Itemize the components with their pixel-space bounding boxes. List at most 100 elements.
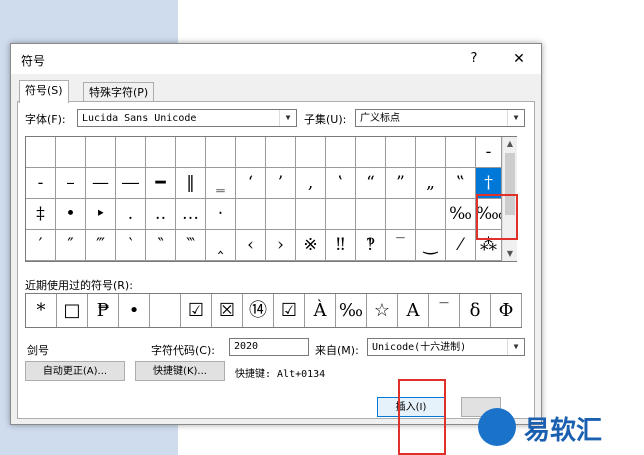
- symbol-cell[interactable]: ‼: [326, 230, 356, 261]
- symbol-cell[interactable]: –: [56, 168, 86, 199]
- symbol-cell[interactable]: [56, 137, 86, 168]
- symbol-cell[interactable]: ⁄: [446, 230, 476, 261]
- symbol-cell[interactable]: ‷: [176, 230, 206, 261]
- symbol-cell[interactable]: ”: [386, 168, 416, 199]
- symbol-cell[interactable]: [236, 199, 266, 230]
- symbol-cell[interactable]: “: [356, 168, 386, 199]
- recent-symbol-cell[interactable]: [150, 294, 181, 327]
- recent-symbol-cell[interactable]: *: [26, 294, 57, 327]
- symbol-cell[interactable]: ‣: [86, 199, 116, 230]
- char-code-input[interactable]: 2020: [229, 338, 309, 356]
- symbol-cell[interactable]: ※: [296, 230, 326, 261]
- symbol-cell[interactable]: ‰: [446, 199, 476, 230]
- symbol-cell[interactable]: [326, 199, 356, 230]
- symbol-cell[interactable]: [86, 137, 116, 168]
- recent-symbol-cell[interactable]: ‾: [429, 294, 460, 327]
- symbol-cell[interactable]: ‴: [86, 230, 116, 261]
- font-label: 字体(F):: [25, 113, 66, 126]
- tab-special-characters[interactable]: 特殊字符(P): [83, 82, 155, 103]
- autocorrect-button[interactable]: 自动更正(A)...: [25, 361, 125, 381]
- symbol-cell[interactable]: [296, 199, 326, 230]
- shortcut-key-button[interactable]: 快捷键(K)...: [135, 361, 225, 381]
- symbol-cell[interactable]: [386, 199, 416, 230]
- symbol-cell[interactable]: ‘: [236, 168, 266, 199]
- symbol-cell[interactable]: [146, 137, 176, 168]
- symbol-cell[interactable]: ‹: [236, 230, 266, 261]
- symbol-cell[interactable]: ‿: [416, 230, 446, 261]
- symbol-cell[interactable]: „: [416, 168, 446, 199]
- scroll-down-icon[interactable]: ▼: [503, 247, 517, 261]
- recent-symbol-cell[interactable]: ₱: [88, 294, 119, 327]
- tab-symbols[interactable]: 符号(S): [19, 80, 69, 103]
- symbol-cell[interactable]: …: [176, 199, 206, 230]
- symbol-cell[interactable]: [26, 137, 56, 168]
- symbol-cell[interactable]: ━: [146, 168, 176, 199]
- symbol-cell[interactable]: ‧: [206, 199, 236, 230]
- recent-symbol-cell[interactable]: ☑: [181, 294, 212, 327]
- symbol-cell[interactable]: ․: [116, 199, 146, 230]
- symbol-cell[interactable]: [266, 199, 296, 230]
- scroll-up-icon[interactable]: ▲: [503, 137, 517, 151]
- symbol-cell[interactable]: -: [26, 168, 56, 199]
- symbol-cell[interactable]: ›: [266, 230, 296, 261]
- symbol-cell[interactable]: [416, 199, 446, 230]
- symbol-cell[interactable]: ‟: [446, 168, 476, 199]
- recent-label: 近期使用过的符号(R):: [25, 279, 133, 292]
- symbol-cell[interactable]: [326, 137, 356, 168]
- symbol-cell[interactable]: ‽: [356, 230, 386, 261]
- symbol-cell[interactable]: ‚: [296, 168, 326, 199]
- symbol-cell[interactable]: [356, 137, 386, 168]
- subset-select[interactable]: 广义标点 ▼: [355, 109, 525, 127]
- highlight-box-symbol: [476, 194, 518, 240]
- help-button[interactable]: ?: [463, 48, 485, 70]
- symbol-cell[interactable]: ‡: [26, 199, 56, 230]
- chevron-down-icon[interactable]: ▼: [507, 339, 524, 355]
- chevron-down-icon[interactable]: ▼: [507, 110, 524, 126]
- symbol-cell[interactable]: ″: [56, 230, 86, 261]
- logo-icon: [478, 408, 516, 446]
- symbol-cell[interactable]: —: [86, 168, 116, 199]
- recent-symbol-cell[interactable]: δ: [460, 294, 491, 327]
- symbol-cell[interactable]: •: [56, 199, 86, 230]
- recent-symbol-cell[interactable]: ‰: [336, 294, 367, 327]
- symbol-cell[interactable]: ‥: [146, 199, 176, 230]
- symbol-cell[interactable]: ‾: [386, 230, 416, 261]
- recent-symbol-cell[interactable]: □: [57, 294, 88, 327]
- chevron-down-icon[interactable]: ▼: [279, 110, 296, 126]
- recent-symbol-cell[interactable]: A: [398, 294, 429, 327]
- symbol-cell[interactable]: -: [476, 137, 502, 168]
- recent-symbol-cell[interactable]: ☒: [212, 294, 243, 327]
- symbol-cell[interactable]: [116, 137, 146, 168]
- highlight-box-insert: [398, 379, 446, 455]
- symbol-cell[interactable]: [176, 137, 206, 168]
- recent-symbol-cell[interactable]: ☆: [367, 294, 398, 327]
- title-bar: 符号 ? ✕: [11, 44, 541, 74]
- symbol-cell[interactable]: ‖: [176, 168, 206, 199]
- recent-symbol-cell[interactable]: ☑: [274, 294, 305, 327]
- symbol-cell[interactable]: ‛: [326, 168, 356, 199]
- symbol-cell[interactable]: ‗: [206, 168, 236, 199]
- dialog-title: 符号: [21, 54, 46, 68]
- symbol-cell[interactable]: ‶: [146, 230, 176, 261]
- symbol-cell[interactable]: [296, 137, 326, 168]
- symbol-cell[interactable]: ’: [266, 168, 296, 199]
- symbol-cell[interactable]: [206, 137, 236, 168]
- font-select[interactable]: Lucida Sans Unicode ▼: [77, 109, 297, 127]
- symbol-cell[interactable]: ‸: [206, 230, 236, 261]
- symbol-cell[interactable]: ′: [26, 230, 56, 261]
- recent-symbol-cell[interactable]: ⑭: [243, 294, 274, 327]
- from-select[interactable]: Unicode(十六进制) ▼: [367, 338, 525, 356]
- symbol-cell[interactable]: [416, 137, 446, 168]
- symbol-cell[interactable]: [266, 137, 296, 168]
- symbol-cell[interactable]: ‵: [116, 230, 146, 261]
- symbol-cell[interactable]: ―: [116, 168, 146, 199]
- recent-symbol-cell[interactable]: Φ: [491, 294, 522, 327]
- close-button[interactable]: ✕: [507, 48, 531, 70]
- symbol-cell[interactable]: [386, 137, 416, 168]
- symbol-cell[interactable]: [356, 199, 386, 230]
- recent-symbol-cell[interactable]: À: [305, 294, 336, 327]
- from-label: 来自(M):: [315, 344, 359, 357]
- symbol-cell[interactable]: [446, 137, 476, 168]
- recent-symbol-cell[interactable]: •: [119, 294, 150, 327]
- symbol-cell[interactable]: [236, 137, 266, 168]
